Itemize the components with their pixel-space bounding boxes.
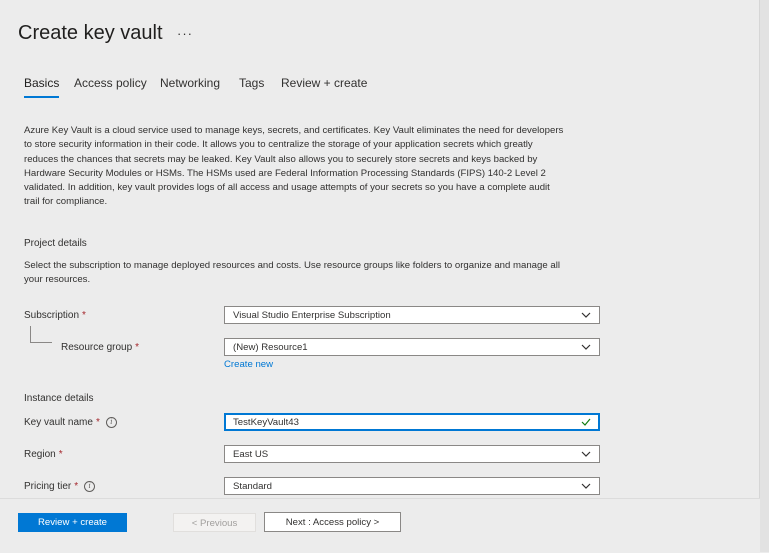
intro-line: trail for compliance.: [24, 196, 108, 208]
tab-basics[interactable]: Basics: [24, 76, 60, 98]
subscription-label: Subscription *: [24, 310, 86, 321]
region-label-text: Region: [24, 449, 56, 460]
subscription-value: Visual Studio Enterprise Subscription: [233, 310, 391, 321]
chevron-down-icon: [581, 312, 591, 318]
instance-details-heading: Instance details: [24, 393, 94, 404]
intro-line: Hardware Security Modules or HSMs. The H…: [24, 167, 546, 179]
hint-line: Select the subscription to manage deploy…: [24, 260, 560, 271]
tab-review-create[interactable]: Review + create: [281, 76, 367, 90]
key-vault-name-value: TestKeyVault43: [233, 417, 299, 428]
previous-button[interactable]: < Previous: [173, 513, 256, 532]
resource-group-value: (New) Resource1: [233, 342, 308, 353]
required-marker: *: [58, 449, 63, 460]
resource-group-label-text: Resource group: [61, 342, 133, 353]
required-marker: *: [82, 310, 86, 321]
intro-line: Azure Key Vault is a cloud service used …: [24, 125, 564, 136]
key-vault-name-label: Key vault name * i: [24, 417, 117, 428]
intro-line: reduces the chances that secrets may be …: [24, 153, 538, 165]
intro-line: to store security information in their c…: [24, 139, 533, 151]
pricing-tier-dropdown[interactable]: Standard: [224, 477, 600, 495]
resource-group-label: Resource group *: [61, 342, 139, 353]
info-icon[interactable]: i: [84, 481, 96, 492]
required-marker: *: [74, 481, 79, 493]
resource-group-dropdown[interactable]: (New) Resource1: [224, 338, 600, 356]
key-vault-name-input[interactable]: TestKeyVault43: [224, 413, 600, 431]
tab-access-policy[interactable]: Access policy: [74, 76, 147, 90]
chevron-down-icon: [581, 451, 591, 457]
review-create-button[interactable]: Review + create: [18, 513, 127, 532]
project-details-heading: Project details: [24, 238, 87, 249]
tree-connector: [30, 326, 31, 342]
pricing-tier-value: Standard: [233, 481, 272, 492]
tab-tags[interactable]: Tags: [239, 76, 264, 90]
tree-connector: [30, 342, 52, 343]
next-access-policy-button[interactable]: Next : Access policy >: [264, 512, 401, 532]
chevron-down-icon: [581, 483, 591, 489]
project-details-hint: Select the subscription to manage deploy…: [24, 259, 614, 288]
subscription-dropdown[interactable]: Visual Studio Enterprise Subscription: [224, 306, 600, 324]
scrollbar-track[interactable]: [759, 0, 769, 552]
intro-line: validated. In addition, key vault provid…: [24, 182, 550, 194]
info-icon[interactable]: i: [105, 417, 117, 428]
more-options-icon[interactable]: ···: [177, 26, 193, 41]
region-value: East US: [233, 449, 269, 460]
region-dropdown[interactable]: East US: [224, 445, 600, 463]
region-label: Region *: [24, 449, 63, 460]
subscription-label-text: Subscription: [24, 310, 80, 321]
create-new-link[interactable]: Create new: [224, 359, 273, 370]
required-marker: *: [95, 417, 100, 429]
pricing-tier-label-text: Pricing tier: [24, 481, 72, 493]
tab-networking[interactable]: Networking: [160, 76, 220, 90]
key-vault-name-label-text: Key vault name: [24, 417, 93, 429]
hint-line: your resources.: [24, 274, 91, 286]
intro-description: Azure Key Vault is a cloud service used …: [24, 124, 614, 210]
chevron-down-icon: [581, 344, 591, 350]
checkmark-icon: [581, 418, 591, 426]
required-marker: *: [135, 342, 140, 353]
page-title: Create key vault: [18, 22, 163, 44]
pricing-tier-label: Pricing tier * i: [24, 481, 96, 493]
